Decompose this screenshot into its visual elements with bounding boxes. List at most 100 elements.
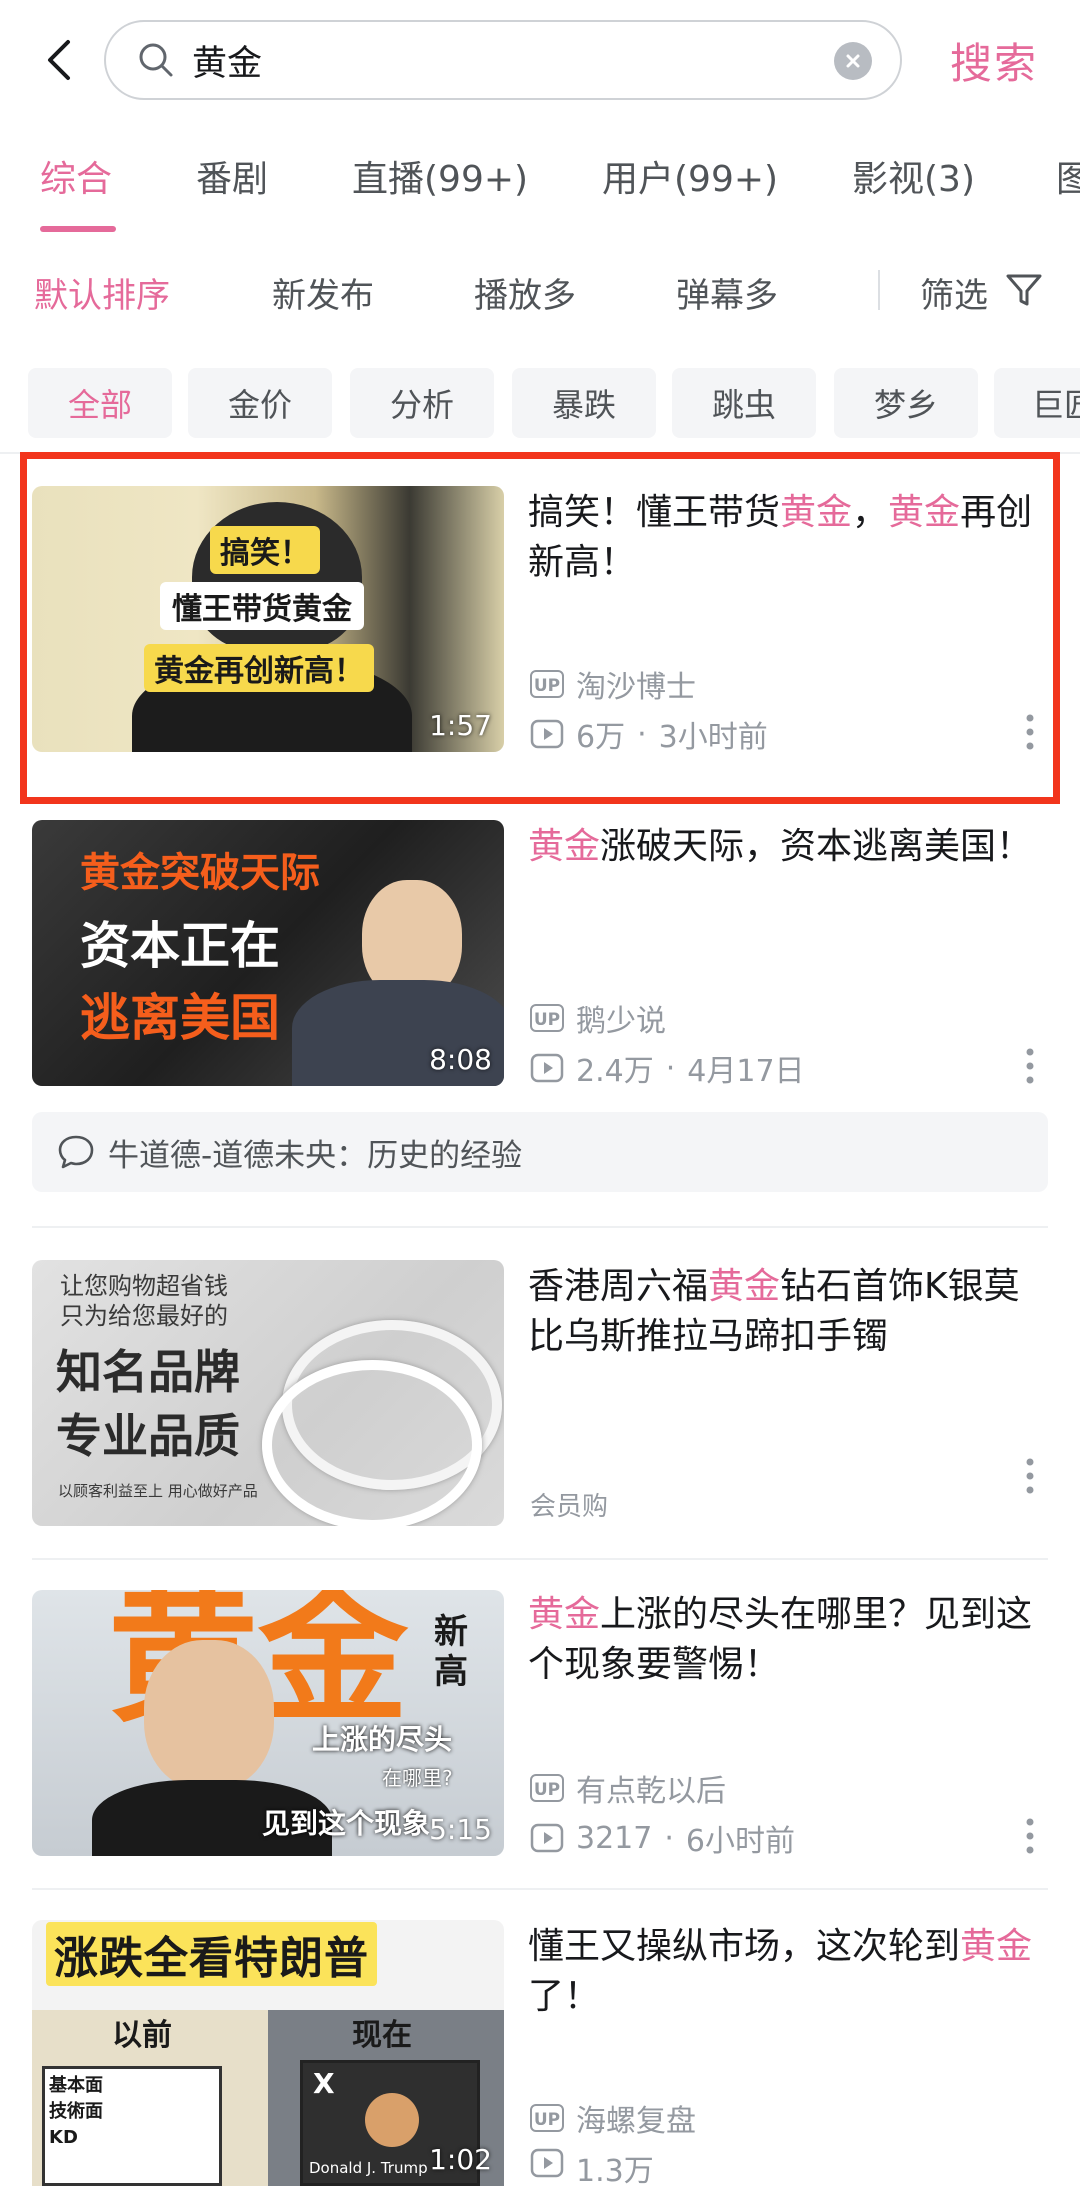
chip-gold-price[interactable]: 金价	[188, 368, 332, 438]
chip-analysis[interactable]: 分析	[350, 368, 494, 438]
title-text: 了！	[528, 1976, 601, 2017]
author-name: 有点乾以后	[576, 1774, 726, 1809]
view-count: 2.4万	[576, 1054, 654, 1089]
sort-divider	[878, 270, 880, 310]
list-divider	[32, 1888, 1048, 1890]
comment-text: 牛道德-道德未央：历史的经验	[108, 1137, 523, 1174]
tab-film[interactable]: 影视(3)	[852, 150, 975, 202]
video-thumbnail[interactable]: 涨跌全看特朗普 以前 现在 基本面 技術面 KD X Donald J. Tru…	[32, 1920, 504, 2186]
video-duration: 1:02	[429, 2143, 492, 2176]
chip-crash[interactable]: 暴跌	[512, 368, 656, 438]
chip-master[interactable]: 巨匠	[994, 368, 1080, 438]
tab-images[interactable]: 图	[1056, 150, 1080, 202]
board-label: 技術面	[49, 2101, 103, 2122]
chip-mengxiang[interactable]: 梦乡	[834, 368, 978, 438]
play-count-icon	[530, 1053, 564, 1083]
video-title[interactable]: 懂王又操纵市场，这次轮到黄金了！	[528, 1922, 1048, 2022]
tab-all[interactable]: 综合	[40, 150, 112, 202]
video-thumbnail[interactable]: 黄金 新高 上涨的尽头 在哪里? 见到这个现象 5:15	[32, 1590, 504, 1856]
thumb-caption-1: 黄金突破天际	[80, 850, 320, 896]
search-input[interactable]	[190, 29, 754, 91]
video-stats: 2.4万 · 4月17日	[530, 1046, 805, 1090]
active-tab-indicator	[40, 226, 116, 232]
chip-tiaochong[interactable]: 跳虫	[672, 368, 816, 438]
tab-live[interactable]: 直播(99+)	[352, 150, 528, 202]
video-thumbnail[interactable]: 黄金突破天际 资本正在 逃离美国 8:08	[32, 820, 504, 1086]
thumb-caption-1: 涨跌全看特朗普	[46, 1922, 377, 1986]
video-duration: 5:15	[429, 1813, 492, 1846]
thumb-caption-3: 逃离美国	[80, 989, 280, 1047]
up-badge-icon: UP	[530, 1774, 564, 1802]
list-divider	[32, 1226, 1048, 1228]
thumb-caption-5: 见到这个现象	[262, 1807, 431, 1840]
view-count: 3217	[576, 1820, 653, 1856]
thumb-caption-4: Donald J. Trump	[309, 2159, 428, 2177]
ad-thumbnail[interactable]: 让您购物超省钱 只为给您最好的 知名品牌 专业品质 以顾客利益至上 用心做好产品	[32, 1260, 504, 1526]
bracelet-image	[262, 1360, 482, 1526]
thumb-caption-2: 以前	[112, 2018, 172, 2053]
up-badge-icon: UP	[530, 2104, 564, 2132]
clear-search-button[interactable]	[834, 42, 872, 80]
board-label: 基本面	[49, 2075, 103, 2096]
play-count-icon	[530, 1823, 564, 1853]
tab-anime[interactable]: 番剧	[196, 150, 268, 202]
ad-caption-3: 知名品牌	[56, 1345, 240, 1399]
filter-icon[interactable]	[1004, 270, 1044, 310]
search-icon	[139, 43, 173, 77]
ad-source: 会员购	[530, 1492, 609, 1522]
author-name: 海螺复盘	[576, 2104, 696, 2139]
more-options-icon[interactable]	[1024, 1814, 1036, 1858]
filter-button[interactable]: 筛选	[920, 268, 988, 317]
video-author[interactable]: UP 鹅少说	[530, 996, 666, 1040]
video-title[interactable]: 黄金上涨的尽头在哪里？见到这个现象要警惕！	[528, 1590, 1048, 1690]
publish-time: 4月17日	[687, 1054, 805, 1089]
title-keyword: 黄金	[708, 1266, 781, 1307]
title-text: 上涨的尽头在哪里？见到这个现象要警惕！	[528, 1594, 1033, 1685]
video-stats: 1.3万	[530, 2146, 654, 2186]
thumb-caption-2: 新高	[434, 1612, 468, 1692]
chart-board: 基本面 技術面 KD	[42, 2066, 222, 2186]
author-name: 鹅少说	[576, 1004, 666, 1039]
thumb-caption-2: 资本正在	[80, 917, 280, 975]
ad-caption-2: 只为给您最好的	[60, 1302, 228, 1330]
more-options-icon[interactable]	[1024, 1454, 1036, 1498]
x-logo-icon: X	[313, 2067, 335, 2100]
sort-most-played[interactable]: 播放多	[474, 268, 576, 317]
board-label: KD	[49, 2127, 78, 2148]
search-bar[interactable]	[104, 20, 902, 100]
related-comment-bar[interactable]: 牛道德-道德未央：历史的经验	[32, 1112, 1048, 1192]
avatar	[365, 2093, 419, 2147]
video-author[interactable]: UP 有点乾以后	[530, 1766, 726, 1810]
title-text: 涨破天际，资本逃离美国！	[600, 826, 1033, 867]
ad-caption-4: 专业品质	[56, 1409, 240, 1463]
more-options-icon[interactable]	[1024, 1044, 1036, 1088]
title-text: 香港周六福	[528, 1266, 709, 1307]
video-stats: 3217 · 6小时前	[530, 1816, 795, 1860]
list-divider	[32, 1558, 1048, 1560]
comment-icon	[58, 1135, 94, 1169]
title-keyword: 黄金	[528, 1594, 601, 1635]
highlight-annotation-box	[20, 452, 1060, 804]
play-count-icon	[530, 2148, 564, 2178]
thumb-caption-3: 上涨的尽头	[312, 1723, 453, 1756]
title-keyword: 黄金	[960, 1926, 1033, 1967]
close-icon	[846, 54, 860, 68]
thumb-caption-3: 现在	[352, 2018, 412, 2053]
chevron-left-icon	[48, 40, 70, 80]
up-badge-icon: UP	[530, 1004, 564, 1032]
video-duration: 8:08	[429, 1043, 492, 1076]
view-count: 1.3万	[576, 2154, 654, 2186]
sort-most-danmaku[interactable]: 弹幕多	[676, 268, 778, 317]
ad-caption-5: 以顾客利益至上 用心做好产品	[58, 1482, 258, 1500]
search-button[interactable]: 搜索	[950, 30, 1038, 91]
sort-default[interactable]: 默认排序	[34, 268, 170, 317]
tab-users[interactable]: 用户(99+)	[602, 150, 778, 202]
sort-newest[interactable]: 新发布	[272, 268, 374, 317]
publish-time: 6小时前	[685, 1824, 795, 1859]
thumb-caption-4: 在哪里?	[382, 1766, 453, 1790]
video-title[interactable]: 黄金涨破天际，资本逃离美国！	[528, 822, 1048, 872]
ad-title[interactable]: 香港周六福黄金钻石首饰K银莫比乌斯推拉马蹄扣手镯	[528, 1262, 1048, 1362]
chip-all[interactable]: 全部	[28, 368, 172, 438]
video-author[interactable]: UP 海螺复盘	[530, 2096, 696, 2140]
back-button[interactable]	[30, 30, 90, 90]
